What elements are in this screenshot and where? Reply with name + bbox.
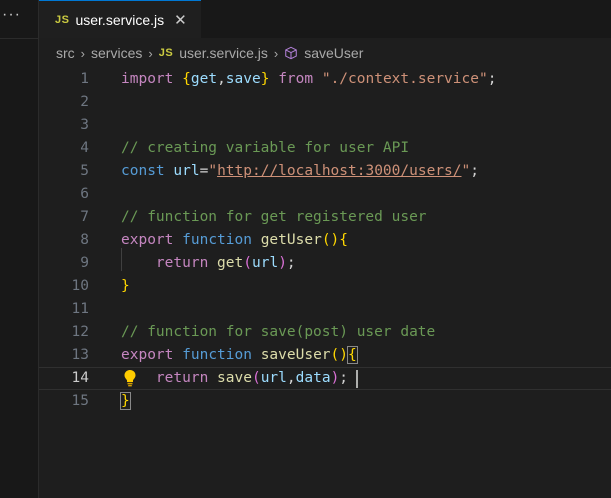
code-line: 4 // creating variable for user API (39, 137, 611, 160)
code-text: } (120, 390, 131, 413)
breadcrumb-services[interactable]: services (91, 45, 142, 61)
line-number: 10 (71, 278, 89, 294)
breadcrumb: src › services › JS user.service.js › sa… (39, 38, 611, 68)
more-actions-icon[interactable]: ··· (2, 6, 21, 24)
line-number: 11 (71, 301, 89, 317)
code-line: 9 return get(url); (39, 252, 611, 275)
line-number: 4 (80, 140, 89, 156)
line-number: 12 (71, 324, 89, 340)
line-number: 2 (80, 94, 89, 110)
code-line: 2 (39, 91, 611, 114)
text-cursor (356, 370, 358, 388)
line-number: 7 (80, 209, 89, 225)
code-line: 6 (39, 183, 611, 206)
code-line: 5 const url="http://localhost:3000/users… (39, 160, 611, 183)
javascript-file-icon: JS (158, 47, 174, 59)
chevron-right-icon: › (148, 45, 153, 61)
code-line: 11 (39, 298, 611, 321)
code-line: 3 (39, 114, 611, 137)
line-number: 5 (80, 163, 89, 179)
side-panel (0, 0, 39, 498)
breadcrumb-file[interactable]: user.service.js (179, 45, 268, 61)
code-line: 12 // function for save(post) user date (39, 321, 611, 344)
javascript-file-icon: JS (55, 13, 70, 26)
code-line: 13 export function saveUser(){ (39, 344, 611, 367)
line-number: 14 (71, 370, 89, 386)
code-line: 7 // function for get registered user (39, 206, 611, 229)
code-editor[interactable]: 1 import {get,save} from "./context.serv… (39, 68, 611, 498)
line-number: 9 (80, 255, 89, 271)
line-number: 13 (71, 347, 89, 363)
code-line: 10 } (39, 275, 611, 298)
code-comment: // function for get registered user (121, 209, 427, 225)
code-text: return save(url,data); (155, 370, 349, 386)
code-text: const url="http://localhost:3000/users/"… (121, 163, 479, 179)
code-comment: // function for save(post) user date (121, 324, 436, 340)
matched-bracket: { (347, 346, 358, 364)
lightbulb-icon[interactable] (123, 369, 137, 387)
code-comment: // creating variable for user API (121, 140, 410, 156)
chevron-right-icon: › (273, 45, 279, 61)
code-text: return get(url); (155, 255, 296, 271)
matched-bracket: } (120, 392, 131, 410)
code-line: 1 import {get,save} from "./context.serv… (39, 68, 611, 91)
line-number: 1 (80, 71, 89, 87)
line-number: 3 (80, 117, 89, 133)
code-text: import {get,save} from "./context.servic… (121, 71, 497, 87)
code-line: 8 export function getUser(){ (39, 229, 611, 252)
tab-label: user.service.js (75, 11, 165, 28)
side-panel-header: ··· (0, 0, 38, 39)
code-text: export function saveUser(){ (121, 346, 358, 364)
close-icon[interactable]: ✕ (174, 11, 187, 29)
line-number: 15 (71, 393, 89, 409)
tab-bar: JS user.service.js ✕ (39, 0, 611, 38)
cube-icon (285, 46, 298, 60)
code-line: 15 } (39, 390, 611, 413)
code-text: } (121, 278, 130, 294)
url-link[interactable]: http://localhost:3000/users/ (217, 163, 461, 179)
line-number: 8 (80, 232, 89, 248)
line-number: 6 (80, 186, 89, 202)
code-text: export function getUser(){ (121, 232, 349, 248)
breadcrumb-symbol[interactable]: saveUser (304, 45, 363, 61)
breadcrumb-src[interactable]: src (56, 45, 75, 61)
chevron-right-icon: › (80, 45, 86, 61)
tab-user-service[interactable]: JS user.service.js ✕ (39, 0, 201, 38)
